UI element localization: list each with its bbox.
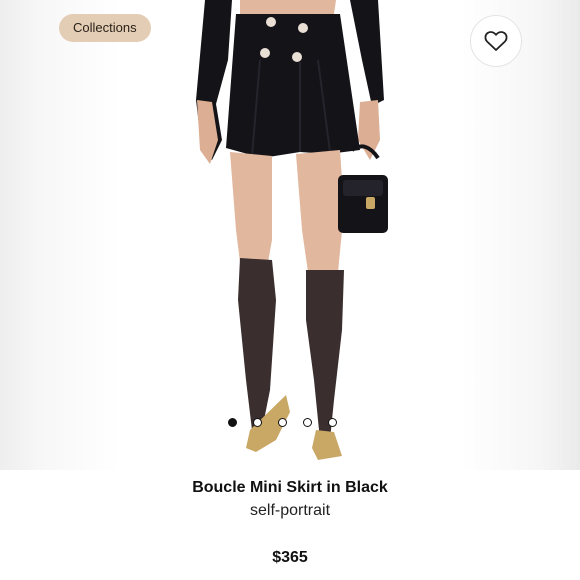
product-brand[interactable]: self-portrait	[0, 502, 580, 520]
product-title[interactable]: Boucle Mini Skirt in Black	[0, 479, 580, 497]
model-illustration	[196, 0, 388, 460]
right-thigh	[296, 150, 344, 272]
carousel-indicators	[228, 418, 337, 427]
left-thigh	[230, 152, 272, 262]
carousel-dot-active[interactable]	[228, 418, 237, 427]
left-stocking	[238, 258, 276, 430]
carousel-dot[interactable]	[303, 418, 312, 427]
favorite-button[interactable]	[470, 15, 522, 67]
skirt-button	[266, 17, 276, 27]
skirt-button	[260, 48, 270, 58]
carousel-dot[interactable]	[328, 418, 337, 427]
waist	[240, 0, 336, 14]
product-price: $365	[272, 549, 308, 566]
collections-badge-label: Collections	[73, 20, 137, 35]
right-heel	[312, 430, 342, 460]
skirt-button	[292, 52, 302, 62]
carousel-dot[interactable]	[253, 418, 262, 427]
collections-badge[interactable]: Collections	[59, 14, 151, 42]
skirt	[226, 14, 360, 158]
carousel-dot[interactable]	[278, 418, 287, 427]
bag-clasp	[366, 197, 375, 209]
right-sleeve	[350, 0, 384, 106]
product-image[interactable]	[0, 0, 580, 470]
skirt-button	[298, 23, 308, 33]
product-card[interactable]: Collections Boucle Mini Skirt in Black s…	[0, 0, 580, 580]
heart-icon	[484, 31, 508, 51]
right-stocking	[306, 270, 344, 440]
